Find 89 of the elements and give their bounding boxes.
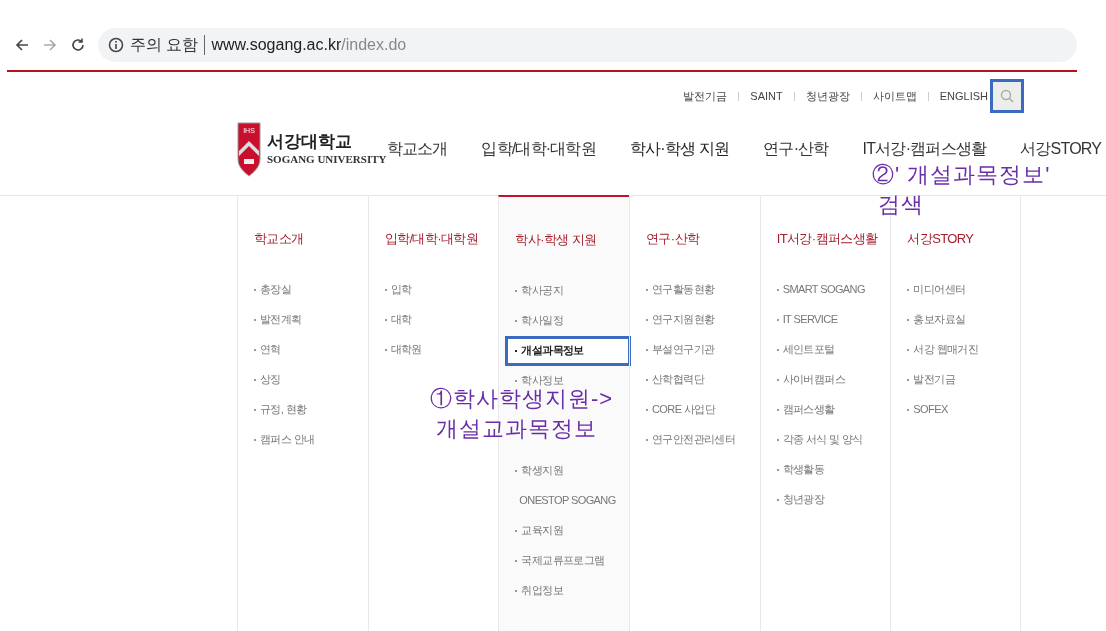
- menu-item[interactable]: SMART SOGANG: [776, 274, 875, 305]
- bullet-icon: [515, 379, 518, 382]
- nav-item[interactable]: 학사·학생 지원: [629, 137, 730, 161]
- bullet-icon: [776, 318, 779, 321]
- search-icon: [1000, 89, 1014, 103]
- bullet-icon: [515, 529, 518, 532]
- bullet-icon: [907, 318, 910, 321]
- handwritten-note: 검색: [878, 191, 924, 219]
- menu-item[interactable]: 부설연구기관: [646, 334, 744, 365]
- nav-item[interactable]: 연구·산학: [763, 137, 829, 161]
- menu-item[interactable]: 국제교류프로그램: [515, 545, 613, 576]
- back-icon[interactable]: [14, 37, 30, 53]
- bullet-icon: [515, 469, 518, 472]
- menu-item[interactable]: 각종 서식 및 양식: [776, 424, 875, 455]
- bullet-icon: [776, 408, 779, 411]
- bullet-icon: [384, 348, 387, 351]
- menu-item[interactable]: 산학협력단: [646, 364, 744, 395]
- menu-item[interactable]: 연혁: [254, 334, 352, 365]
- nav-item[interactable]: IT서강·캠퍼스생활: [862, 137, 987, 161]
- menu-item[interactable]: 규정, 현황: [254, 394, 352, 425]
- menu-item[interactable]: SOFEX: [907, 394, 1004, 425]
- top-link[interactable]: ENGLISH: [939, 87, 988, 105]
- handwritten-note: ①학사학생지원->: [430, 386, 614, 413]
- menu-item[interactable]: 총장실: [254, 274, 352, 305]
- nav-item[interactable]: 서강STORY: [1020, 137, 1102, 161]
- bullet-icon: [515, 559, 518, 562]
- bullet-icon: [384, 318, 387, 321]
- menu-item[interactable]: 사이버캠퍼스: [776, 364, 875, 395]
- menu-heading[interactable]: 학사·학생 지원: [515, 230, 613, 250]
- menu-item[interactable]: 교육지원: [515, 515, 613, 546]
- menu-item[interactable]: IT SERVICE: [776, 304, 875, 335]
- bullet-icon: [776, 378, 779, 381]
- menu-item[interactable]: 대학: [384, 304, 483, 335]
- bullet-icon: [515, 349, 518, 352]
- bullet-icon: [907, 408, 910, 411]
- menu-item[interactable]: 입학: [384, 274, 483, 305]
- bullet-icon: [776, 438, 779, 441]
- menu-item[interactable]: 홍보자료실: [907, 304, 1004, 335]
- menu-item[interactable]: 미디어센터: [907, 274, 1004, 305]
- top-link[interactable]: 사이트맵: [872, 87, 917, 105]
- menu-item[interactable]: 학생지원: [515, 455, 613, 486]
- menu-item[interactable]: 연구안전관리센터: [646, 424, 744, 455]
- menu-item[interactable]: 발전기금: [907, 364, 1004, 395]
- menu-item[interactable]: 상징: [254, 364, 352, 395]
- bullet-icon: [776, 468, 779, 471]
- top-link[interactable]: 발전기금: [683, 87, 728, 105]
- url-text: www.sogang.ac.kr/index.do: [211, 35, 407, 55]
- search-button[interactable]: [990, 79, 1024, 113]
- reload-icon[interactable]: [70, 37, 86, 53]
- security-label: 주의 요함: [130, 35, 199, 55]
- bullet-icon: [515, 589, 518, 592]
- bullet-icon: [515, 289, 518, 292]
- menu-item[interactable]: 대학원: [384, 334, 483, 365]
- menu-item[interactable]: 발전계획: [254, 304, 352, 335]
- bullet-icon: [515, 319, 518, 322]
- info-icon: [108, 37, 124, 53]
- menu-heading[interactable]: 입학/대학·대학원: [384, 229, 483, 249]
- bullet-icon: [384, 288, 387, 291]
- bullet-icon: [907, 348, 910, 351]
- bullet-icon: [776, 498, 779, 501]
- menu-item[interactable]: 학생활동: [776, 454, 875, 485]
- top-link[interactable]: SAINT: [750, 87, 783, 105]
- menu-item[interactable]: 학사공지: [515, 275, 613, 306]
- nav-item[interactable]: 학교소개: [386, 137, 448, 161]
- top-link[interactable]: 청년광장: [805, 87, 850, 105]
- address-bar[interactable]: 주의 요함 www.sogang.ac.kr/index.do: [98, 28, 1077, 62]
- menu-item[interactable]: 세인트포털: [776, 334, 875, 365]
- menu-heading[interactable]: 연구·산학: [646, 229, 744, 249]
- menu-heading[interactable]: 서강STORY: [907, 229, 1004, 249]
- menu-item[interactable]: 연구활동현황: [646, 274, 744, 305]
- menu-item[interactable]: 캠퍼스생활: [776, 394, 875, 425]
- logo-korean: 서강대학교: [267, 133, 353, 150]
- menu-item[interactable]: 개설과목정보: [505, 335, 632, 366]
- menu-item[interactable]: 서강 웹매거진: [907, 334, 1004, 365]
- menu-item[interactable]: 취업정보: [515, 575, 613, 606]
- menu-item[interactable]: 연구지원현황: [646, 304, 744, 335]
- bullet-icon: [776, 288, 779, 291]
- menu-item[interactable]: 학사일정: [515, 305, 613, 336]
- menu-item[interactable]: 청년광장: [776, 484, 875, 515]
- handwritten-note: 개설교과목정보: [436, 415, 597, 443]
- bullet-icon: [907, 288, 910, 291]
- bullet-icon: [907, 378, 910, 381]
- handwritten-note: ②' 개설과목정보': [872, 161, 1051, 189]
- menu-item[interactable]: 캠퍼스 안내: [254, 424, 352, 455]
- logo-english: SOGANG UNIVERSITY: [267, 154, 387, 165]
- nav-item[interactable]: 입학/대학·대학원: [481, 137, 596, 161]
- menu-heading[interactable]: 학교소개: [254, 229, 352, 249]
- bullet-icon: [776, 348, 779, 351]
- menu-item[interactable]: CORE 사업단: [646, 394, 744, 425]
